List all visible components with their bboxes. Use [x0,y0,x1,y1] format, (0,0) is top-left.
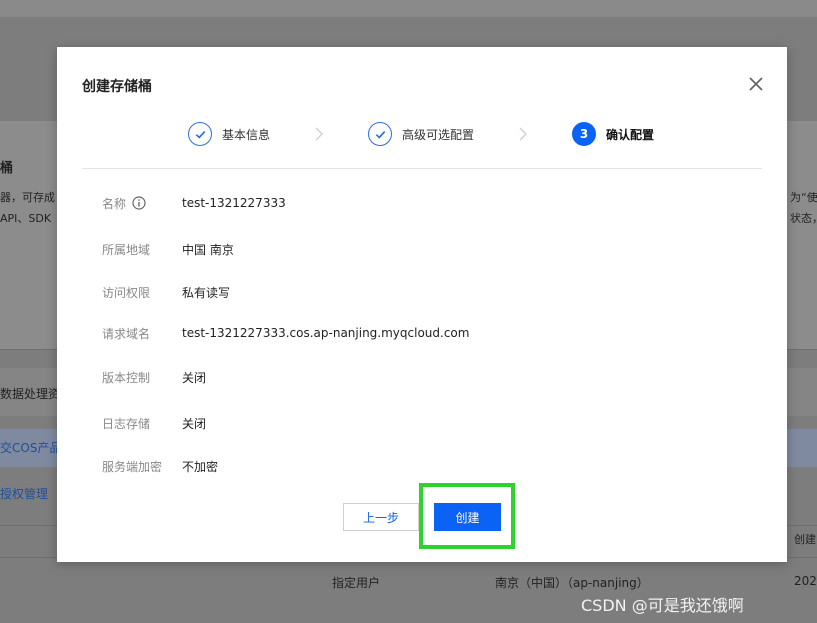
bg-desc-2: API、SDK [0,212,52,225]
step-advanced-config: 高级可选配置 [368,120,474,148]
bg-cos-product-link[interactable]: 交COS产品 [0,439,61,456]
field-label: 访问权限 [102,285,151,300]
step-label: 高级可选配置 [402,127,475,142]
step-label: 确认配置 [606,127,655,142]
bg-right-2: 状态， [790,212,817,225]
field-access: 访问权限 私有读写 [102,282,230,302]
bg-cell-region: 南京（中国）（ap-nanjing） [495,576,649,590]
create-bucket-dialog: 创建存储桶 基本信息 高级可选配置 3 确认配置 名称 test-1321227… [57,47,787,562]
header-divider [82,168,762,169]
step-number: 3 [572,122,596,146]
field-logging: 日志存储 关闭 [102,413,206,433]
chevron-right-icon [313,126,325,142]
create-button[interactable]: 创建 [434,503,501,531]
dialog-title: 创建存储桶 [82,79,152,95]
field-label: 名称 [102,196,127,211]
close-icon[interactable] [747,75,765,93]
field-value: 关闭 [182,416,207,431]
field-value: 中国 南京 [182,242,234,257]
field-label: 请求域名 [102,326,151,341]
step-basic-info: 基本信息 [188,120,270,148]
bg-data-process: 数据处理资 [0,387,61,401]
field-region: 所属地域 中国 南京 [102,239,234,259]
info-icon[interactable] [132,196,146,210]
field-value: 关闭 [182,370,207,385]
bg-desc-1: 器，可存成 [0,191,55,204]
chevron-right-icon [517,126,529,142]
check-icon [188,122,212,146]
field-label: 版本控制 [102,370,151,385]
field-value: 私有读写 [182,285,231,300]
field-name: 名称 test-1321227333 [102,193,286,213]
top-bar [0,0,817,17]
bg-cell-year: 2023 [794,574,817,588]
bg-heading: 桶 [0,161,14,176]
prev-step-button[interactable]: 上一步 [343,503,419,531]
field-domain: 请求域名 test-1321227333.cos.ap-nanjing.myqc… [102,323,469,343]
field-value: 不加密 [182,459,219,474]
field-versioning: 版本控制 关闭 [102,367,206,387]
watermark-text: CSDN @可是我还饿啊 [581,596,744,615]
bg-right-1: 为“使 [790,191,817,204]
field-label: 日志存储 [102,416,151,431]
step-confirm-config: 3 确认配置 [572,120,654,148]
field-label: 所属地域 [102,242,151,257]
field-encryption: 服务端加密 不加密 [102,456,218,476]
field-label: 服务端加密 [102,459,163,474]
field-value: test-1321227333.cos.ap-nanjing.myqcloud.… [182,326,470,340]
check-icon [368,122,392,146]
bg-create-header: 创建 [794,533,816,546]
bg-cell-user: 指定用户 [332,576,381,590]
stepper: 基本信息 高级可选配置 3 确认配置 [57,120,787,150]
step-label: 基本信息 [222,127,271,142]
field-value: test-1321227333 [182,196,286,210]
bg-auth-manage-link[interactable]: 授权管理 [0,485,48,502]
